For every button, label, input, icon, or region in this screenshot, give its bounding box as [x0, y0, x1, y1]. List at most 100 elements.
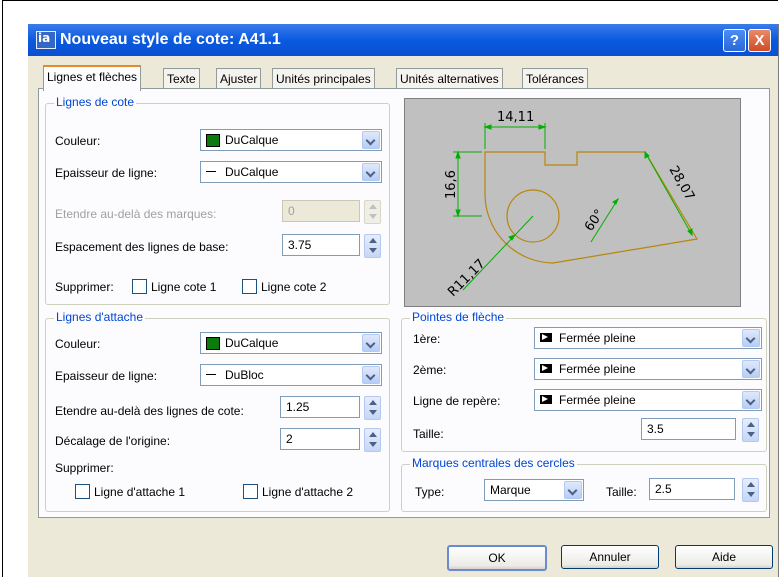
decalage-spinner[interactable]: [364, 428, 381, 452]
ok-button[interactable]: OK: [447, 545, 547, 571]
espacement-label: Espacement des lignes de base:: [55, 240, 229, 254]
tab-texte[interactable]: Texte: [163, 68, 200, 89]
chevron-down-icon[interactable]: [564, 481, 582, 499]
dim-arrow: [455, 209, 461, 218]
help-title-button[interactable]: ?: [723, 29, 746, 52]
chevron-down-icon[interactable]: [362, 366, 380, 384]
close-button[interactable]: X: [748, 29, 771, 52]
tab-unites-alternatives[interactable]: Unités alternatives: [396, 68, 503, 89]
app-icon-label: ia: [38, 31, 51, 45]
spin-down-icon[interactable]: [369, 442, 377, 447]
premiere-select[interactable]: Fermée pleine: [534, 327, 762, 349]
repere-value: Fermée pleine: [559, 393, 636, 407]
dim-left-label: 16,6: [444, 170, 459, 199]
espacement-input[interactable]: 3.75: [282, 234, 360, 256]
spin-up-icon[interactable]: [369, 400, 377, 405]
spin-down-icon[interactable]: [369, 410, 377, 415]
repere-label: Ligne de repère:: [413, 394, 501, 408]
dim-arrow: [508, 234, 517, 241]
preview-dimensions: [453, 123, 693, 291]
taille-fleche-label: Taille:: [413, 427, 444, 441]
chevron-down-icon[interactable]: [742, 391, 760, 409]
deuxieme-value: Fermée pleine: [559, 362, 636, 376]
ligne-attache-2-checkbox[interactable]: [243, 484, 258, 499]
spin-up-icon[interactable]: [369, 238, 377, 243]
ligne-attache-1-label[interactable]: Ligne d'attache 1: [94, 485, 185, 499]
chevron-down-icon[interactable]: [742, 329, 760, 347]
ligne-cote-1-label[interactable]: Ligne cote 1: [151, 280, 216, 294]
deuxieme-select[interactable]: Fermée pleine: [534, 358, 762, 380]
spin-up-icon[interactable]: [747, 422, 755, 427]
spin-down-icon: [369, 214, 377, 219]
tab-tolerances[interactable]: Tolérances: [522, 68, 589, 89]
etendre-marques-value: 0: [288, 204, 295, 218]
taille-fleche-spinner[interactable]: [742, 418, 759, 442]
attache-etendre-label: Etendre au-delà des lignes de cote:: [55, 404, 244, 418]
spin-down-icon[interactable]: [747, 492, 755, 497]
decalage-label: Décalage de l'origine:: [55, 434, 171, 448]
spin-up-icon: [369, 204, 377, 209]
epaisseur-select[interactable]: DuCalque: [200, 161, 382, 183]
attache-etendre-spinner[interactable]: [364, 396, 381, 420]
taille-marque-input[interactable]: 2.5: [649, 478, 735, 500]
attache-etendre-input[interactable]: 1.25: [280, 396, 360, 418]
type-label: Type:: [415, 485, 445, 499]
etendre-marques-input: 0: [282, 200, 360, 222]
dim-angle-label: 60°: [582, 207, 608, 234]
spin-down-icon[interactable]: [747, 432, 755, 437]
supprimer-attache-label: Supprimer:: [55, 461, 114, 475]
decalage-input[interactable]: 2: [280, 428, 360, 450]
closed-filled-arrow-icon: [540, 395, 552, 404]
deuxieme-label: 2ème:: [413, 363, 447, 377]
taille-marque-spinner[interactable]: [742, 478, 759, 502]
ligne-cote-2-label[interactable]: Ligne cote 2: [261, 280, 326, 294]
attache-epaisseur-label: Epaisseur de ligne:: [55, 369, 158, 383]
chevron-down-icon[interactable]: [362, 131, 380, 149]
decalage-value: 2: [286, 432, 293, 446]
dialog-title: Nouveau style de cote: A41.1: [60, 31, 281, 48]
group-title-marques-centrales: Marques centrales des cercles: [410, 456, 577, 470]
attache-epaisseur-value: DuBloc: [225, 368, 264, 382]
taille-fleche-value: 3.5: [647, 422, 664, 436]
premiere-label: 1ère:: [413, 332, 441, 346]
spin-down-icon[interactable]: [369, 248, 377, 253]
ligne-cote-2-checkbox[interactable]: [242, 279, 257, 294]
tab-ajuster[interactable]: Ajuster: [216, 68, 262, 89]
spin-up-icon[interactable]: [369, 432, 377, 437]
chevron-down-icon[interactable]: [742, 360, 760, 378]
ligne-attache-1-checkbox[interactable]: [75, 484, 90, 499]
espacement-spinner[interactable]: [364, 234, 381, 258]
preview-drawing: 14,11 16,6 28,07 60° R11,17: [444, 110, 698, 300]
etendre-marques-label: Etendre au-delà des marques:: [55, 207, 217, 221]
etendre-marques-spinner: [364, 200, 381, 224]
attache-epaisseur-select[interactable]: DuBloc: [200, 364, 382, 386]
preview-part-outline: [484, 151, 698, 264]
type-select[interactable]: Marque: [484, 479, 584, 501]
chevron-down-icon[interactable]: [362, 334, 380, 352]
tab-lignes-et-fleches[interactable]: Lignes et flèches: [43, 65, 142, 91]
color-swatch: [206, 337, 220, 350]
taille-fleche-input[interactable]: 3.5: [641, 418, 736, 440]
line-weight-icon: [206, 171, 216, 172]
tab-unites-principales[interactable]: Unités principales: [272, 68, 375, 89]
line-weight-icon: [206, 374, 216, 375]
couleur-select[interactable]: DuCalque: [200, 129, 382, 151]
ligne-attache-2-label[interactable]: Ligne d'attache 2: [262, 485, 353, 499]
closed-filled-arrow-icon: [540, 364, 552, 373]
repere-select[interactable]: Fermée pleine: [534, 389, 762, 411]
epaisseur-label: Epaisseur de ligne:: [55, 166, 158, 180]
closed-filled-arrow-icon: [540, 333, 552, 342]
spin-up-icon[interactable]: [747, 482, 755, 487]
attache-etendre-value: 1.25: [286, 400, 310, 414]
group-title-lignes-de-cote: Lignes de cote: [54, 95, 137, 109]
chevron-down-icon[interactable]: [362, 163, 380, 181]
dim-arrow: [483, 124, 492, 130]
preview-pane: 14,11 16,6 28,07 60° R11,17: [404, 98, 741, 307]
preview-dimension-labels: 14,11 16,6 28,07 60° R11,17: [444, 110, 697, 300]
couleur-label: Couleur:: [55, 134, 101, 148]
attache-couleur-select[interactable]: DuCalque: [200, 332, 382, 354]
ligne-cote-1-checkbox[interactable]: [132, 279, 147, 294]
type-value: Marque: [490, 483, 531, 497]
aide-button[interactable]: Aide: [675, 545, 773, 569]
annuler-button[interactable]: Annuler: [561, 545, 659, 569]
